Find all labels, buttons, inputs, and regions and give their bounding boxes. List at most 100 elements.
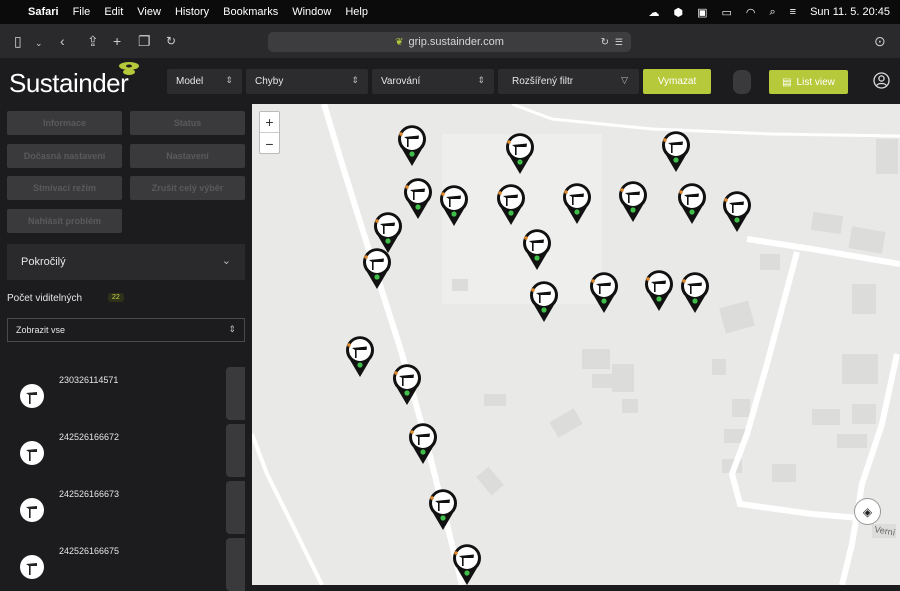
spotlight-search-icon[interactable]: ⌕ (769, 6, 775, 19)
map-pin-lamp[interactable] (392, 364, 422, 406)
reload-extension-icon[interactable]: ↻ (166, 32, 176, 50)
temporary-settings-button[interactable]: Dočasná nastavení (7, 144, 122, 168)
map-pin-lamp[interactable] (589, 272, 619, 314)
errors-filter-select[interactable]: Chyby ⇕ (246, 69, 368, 94)
cloud-icon[interactable]: ☁ (648, 6, 659, 19)
map-pin-lamp[interactable] (362, 248, 392, 290)
lamp-icon (20, 555, 44, 579)
list-view-icon: ▤ (782, 76, 792, 88)
menu-help[interactable]: Help (345, 6, 368, 18)
chevron-updown-icon: ⇕ (225, 75, 233, 85)
map-pin-lamp[interactable] (529, 281, 559, 323)
download-icon[interactable]: ⊙ (874, 32, 886, 50)
menubar-clock[interactable]: Sun 11. 5. 20:45 (810, 6, 890, 18)
clear-filters-button[interactable]: Vymazat (643, 69, 711, 94)
map-pin-lamp[interactable] (452, 544, 482, 585)
back-icon[interactable]: ‹ (60, 32, 65, 50)
tabs-overview-icon[interactable]: ❐ (138, 32, 151, 50)
advanced-dropdown-label: Pokročilý (21, 256, 66, 268)
crosshair-icon: ◈ (862, 504, 873, 519)
list-item-handle[interactable] (226, 538, 245, 591)
map-pin-lamp[interactable] (680, 272, 710, 314)
list-item-id: 242526166673 (59, 489, 120, 499)
map-pin-lamp[interactable] (403, 178, 433, 220)
map-pin-lamp[interactable] (722, 191, 752, 233)
menu-view[interactable]: View (137, 6, 161, 18)
list-item-handle[interactable] (226, 481, 245, 534)
url-bar[interactable]: ❦ grip.sustainder.com ↻ ☰ (268, 32, 631, 52)
show-all-select[interactable]: Zobrazit vse ⇕ (7, 318, 245, 342)
show-all-select-label: Zobrazit vse (16, 325, 66, 335)
menu-file[interactable]: File (73, 6, 91, 18)
toggle-pill[interactable] (733, 70, 751, 94)
chevron-updown-icon: ⇕ (477, 75, 485, 85)
locate-me-button[interactable]: ◈ (854, 498, 881, 525)
new-tab-icon[interactable]: + (113, 32, 121, 50)
menu-history[interactable]: History (175, 6, 209, 18)
list-item-id: 230326114571 (59, 375, 119, 385)
reader-icon[interactable]: ☰ (615, 37, 623, 48)
map-pin-lamp[interactable] (345, 336, 375, 378)
info-button[interactable]: Informace (7, 111, 122, 135)
map-canvas[interactable]: Verní (252, 104, 900, 585)
settings-button[interactable]: Nastavení (130, 144, 245, 168)
menu-window[interactable]: Window (292, 6, 331, 18)
visible-count-label: Počet viditelných (7, 293, 83, 304)
map-pin-lamp[interactable] (439, 185, 469, 227)
zoom-in-button[interactable]: + (260, 112, 279, 133)
menu-edit[interactable]: Edit (104, 6, 123, 18)
warnings-filter-label: Varování (381, 76, 421, 87)
list-item[interactable]: 242526166672 (7, 424, 245, 477)
map-pin-lamp[interactable] (677, 183, 707, 225)
visible-count-badge: 22 (108, 293, 124, 302)
status-button[interactable]: Status (130, 111, 245, 135)
clear-selection-button[interactable]: Zrušit celý výběr (130, 176, 245, 200)
reload-icon[interactable]: ↻ (601, 37, 609, 48)
control-center-icon[interactable]: ≡ (790, 6, 796, 18)
lamp-icon (20, 384, 44, 408)
chevron-down-icon: ⌄ (221, 255, 231, 267)
warnings-filter-select[interactable]: Varování ⇕ (372, 69, 494, 94)
model-filter-select[interactable]: Model ⇕ (167, 69, 242, 94)
shield-icon[interactable]: ⬢ (673, 6, 683, 19)
chevron-down-icon[interactable]: ⌄ (35, 34, 43, 52)
list-item[interactable]: 230326114571 (7, 367, 245, 420)
list-item[interactable]: 242526166673 (7, 481, 245, 534)
list-item-id: 242526166672 (59, 432, 120, 442)
menu-bookmarks[interactable]: Bookmarks (223, 6, 278, 18)
map-pin-lamp[interactable] (661, 131, 691, 173)
zoom-out-button[interactable]: − (260, 133, 279, 154)
list-item-handle[interactable] (226, 424, 245, 477)
share-icon[interactable]: ⇪ (87, 32, 99, 50)
sidebar-toggle-icon[interactable]: ▯ (14, 32, 22, 50)
map-pin-lamp[interactable] (496, 184, 526, 226)
map-pin-lamp[interactable] (428, 489, 458, 531)
advanced-filter-label: Rozšířený filtr (512, 76, 574, 87)
user-account-icon[interactable] (873, 72, 890, 89)
url-text: grip.sustainder.com (408, 36, 504, 48)
battery-icon[interactable]: ▭ (721, 6, 731, 19)
list-view-button[interactable]: ▤ List view (769, 70, 848, 94)
map-pin-lamp[interactable] (644, 270, 674, 312)
menu-app-name[interactable]: Safari (28, 6, 59, 18)
chevron-updown-icon: ⇕ (228, 324, 236, 334)
advanced-dropdown[interactable]: Pokročilý ⌄ (7, 244, 245, 280)
dimming-mode-button[interactable]: Stmívací režim (7, 176, 122, 200)
macos-menubar: Safari File Edit View History Bookmarks … (0, 0, 900, 24)
list-item-handle[interactable] (226, 367, 245, 420)
wifi-icon[interactable]: ◠ (746, 6, 756, 19)
map-pin-lamp[interactable] (397, 125, 427, 167)
brand-logo[interactable]: Sustainder (9, 68, 129, 99)
app-status-icon[interactable]: ▣ (697, 6, 707, 19)
map-pin-lamp[interactable] (618, 181, 648, 223)
list-view-label: List view (796, 76, 835, 88)
map-pin-lamp[interactable] (408, 423, 438, 465)
map-pin-lamp[interactable] (505, 133, 535, 175)
map-pin-lamp[interactable] (562, 183, 592, 225)
logo-leaf-icon (119, 62, 139, 75)
report-problem-button[interactable]: Nahlásit problém (7, 209, 122, 233)
advanced-filter-select[interactable]: Rozšířený filtr ▽ (498, 69, 639, 94)
list-item[interactable]: 242526166675 (7, 538, 245, 591)
map-pin-lamp[interactable] (522, 229, 552, 271)
lamp-icon (20, 441, 44, 465)
